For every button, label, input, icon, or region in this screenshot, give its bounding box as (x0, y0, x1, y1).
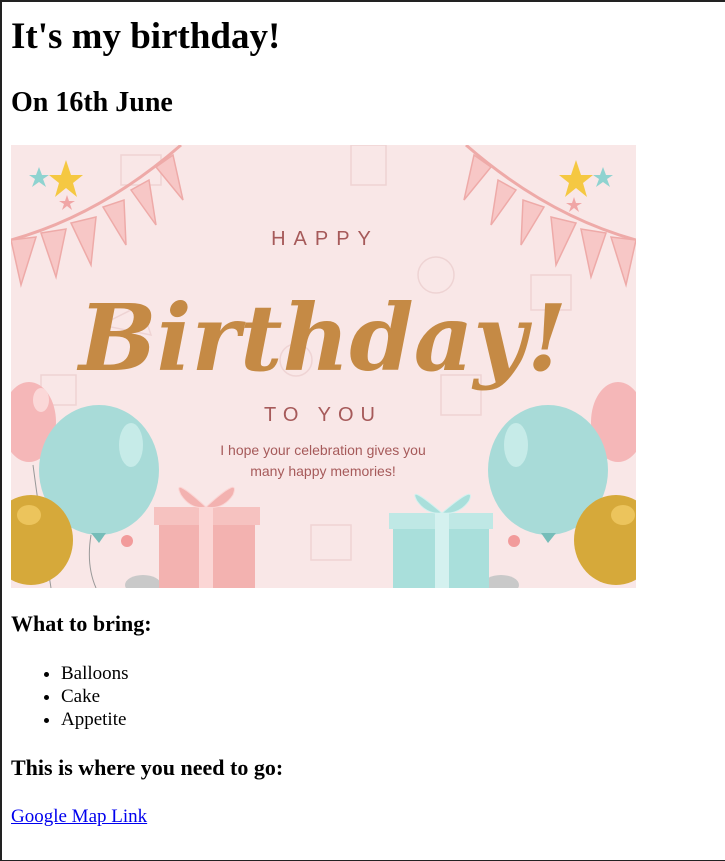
page-date: On 16th June (11, 87, 173, 118)
card-happy-text: HAPPY (271, 228, 379, 250)
what-to-bring-heading: What to bring: (11, 611, 152, 636)
card-message-line2: many happy memories! (250, 463, 396, 479)
birthday-card-image: HAPPY Birthday! TO YOU I hope your celeb… (11, 145, 636, 588)
card-to-you-text: TO YOU (264, 404, 382, 426)
page-title: It's my birthday! (11, 16, 281, 57)
google-map-link[interactable]: Google Map Link (11, 805, 147, 828)
list-item: Cake (61, 685, 129, 708)
card-message-line1: I hope your celebration gives you (220, 442, 425, 458)
bring-list: Balloons Cake Appetite (11, 662, 129, 731)
card-birthday-text: Birthday! (76, 284, 567, 392)
location-heading: This is where you need to go: (11, 755, 284, 780)
list-item: Balloons (61, 662, 129, 685)
list-item: Appetite (61, 708, 129, 731)
